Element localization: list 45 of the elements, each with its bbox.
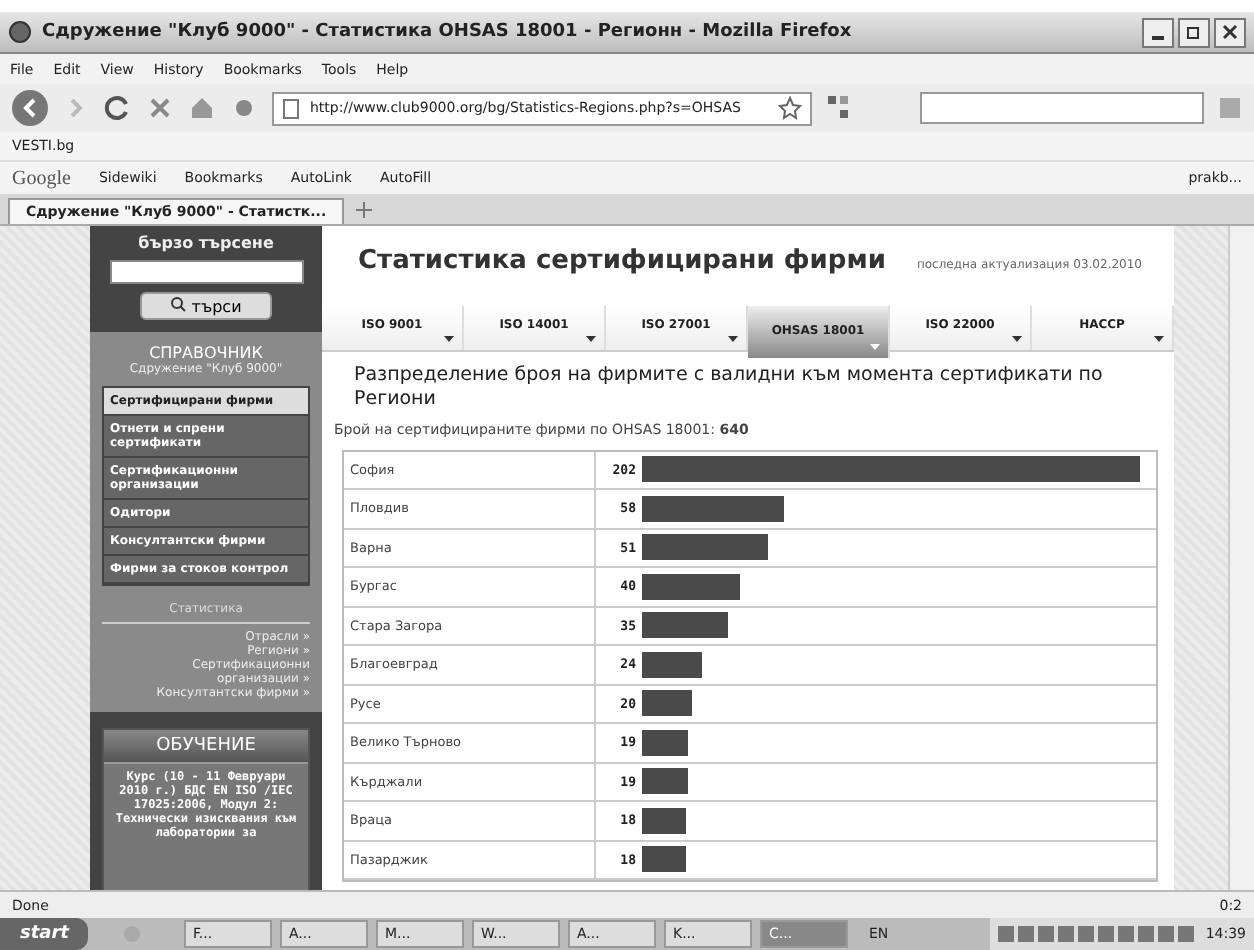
count-bar: [642, 534, 768, 561]
start-button[interactable]: start: [0, 918, 89, 950]
count-bar: [642, 495, 785, 522]
count-bar: [642, 729, 689, 756]
count-bar: [642, 651, 702, 678]
caret-icon: [870, 344, 880, 350]
count-bar: [642, 846, 687, 873]
minimize-button[interactable]: [1142, 17, 1174, 47]
close-button[interactable]: [1214, 17, 1246, 47]
search-button[interactable]: търси: [140, 292, 272, 320]
tray-icons[interactable]: [997, 924, 1198, 944]
feed-icon[interactable]: [1218, 94, 1242, 122]
section-title: СПРАВОЧНИК: [147, 344, 265, 362]
page-title: Статистика сертифицирани фирми: [358, 246, 886, 276]
close-icon: [1222, 24, 1238, 40]
caret-icon: [586, 336, 596, 342]
caret-icon: [1154, 336, 1164, 342]
caret-icon: [444, 336, 454, 342]
caret-icon: [1012, 336, 1022, 342]
count-bar: [642, 807, 687, 834]
restore-button[interactable]: [1178, 17, 1210, 47]
section-heading: Разпределение броя на фирмите с валидни към момента сертификати по Региони: [354, 364, 1105, 414]
google-logo: Google: [12, 167, 71, 189]
home-icon[interactable]: [188, 94, 216, 122]
star-icon[interactable]: [778, 96, 802, 120]
back-icon: [20, 98, 40, 118]
education-header: ОБУЧЕНИЕ: [104, 730, 308, 764]
count-bar: [642, 768, 689, 795]
restore-icon: [1186, 24, 1202, 40]
scrollbar[interactable]: [1228, 226, 1254, 890]
plus-icon: [356, 202, 373, 218]
count-bar: [642, 573, 741, 600]
browser-icon: [8, 20, 32, 44]
close-icon[interactable]: [146, 94, 174, 122]
page-icon: [282, 97, 300, 119]
search-field[interactable]: [920, 92, 1204, 124]
search-input[interactable]: [109, 260, 303, 284]
reload-icon[interactable]: [104, 94, 132, 122]
window-title: Сдружение "Клуб 9000" - Статистика OHSAS 18001 - Регионн - Mozilla Firefox: [42, 22, 852, 42]
back-button[interactable]: [12, 90, 48, 126]
count-bar: [642, 690, 692, 717]
search-title: бързо търсене: [138, 234, 274, 252]
search-icon: [170, 296, 187, 312]
caret-icon: [728, 336, 738, 342]
count-bar: [642, 612, 729, 639]
